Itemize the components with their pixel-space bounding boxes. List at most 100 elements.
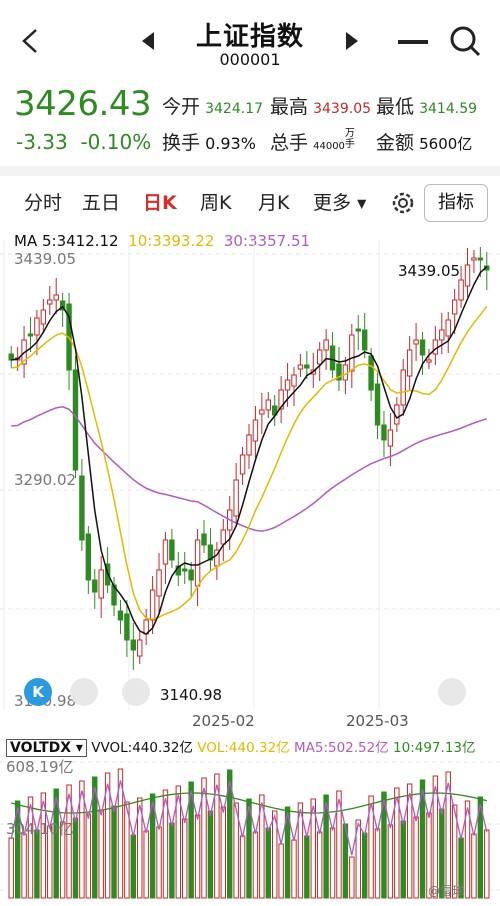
- candle-body: [92, 579, 98, 593]
- candle-body: [458, 279, 464, 301]
- axis-top-price: 3439.05: [14, 250, 77, 268]
- volume-bar: [85, 813, 92, 899]
- volume-bar: [387, 824, 394, 899]
- candle-body: [188, 569, 194, 581]
- candle-body: [432, 339, 439, 355]
- page-title: 上证指数: [195, 22, 304, 52]
- tab-five-day[interactable]: 五日: [82, 188, 120, 215]
- volume-bar: [239, 835, 246, 899]
- zoom-in-icon[interactable]: [122, 678, 150, 706]
- settings-gear-icon[interactable]: [390, 190, 416, 220]
- candle-body: [53, 294, 59, 301]
- amount-value: 5600亿: [419, 135, 473, 153]
- volume-bar: [182, 818, 188, 899]
- volume-bar: [169, 822, 175, 899]
- candle-body: [355, 328, 361, 332]
- candle-body: [233, 479, 239, 517]
- tab-daily-k[interactable]: 日K: [143, 188, 177, 215]
- tab-more-label: 更多: [313, 192, 352, 214]
- vvol-label: VVOL:440.32亿: [91, 740, 193, 756]
- high-value: 3439.05: [313, 101, 372, 117]
- candle-body: [451, 299, 458, 315]
- volume-indicator-label: VOLTDX: [10, 740, 72, 756]
- volume-bar: [130, 834, 137, 899]
- candle-body: [130, 639, 137, 651]
- candle-body: [413, 339, 419, 345]
- tab-weekly-k[interactable]: 周K: [200, 188, 231, 215]
- search-icon[interactable]: [448, 24, 482, 62]
- divider: [0, 166, 500, 176]
- total-value: 44000: [313, 141, 345, 152]
- volume-bar: [220, 806, 227, 899]
- tab-more[interactable]: 更多 ▼: [313, 188, 366, 215]
- candle-body: [291, 374, 297, 387]
- candle-body: [117, 610, 124, 621]
- total-stat: 总手 44000万手: [270, 128, 357, 155]
- candle-body: [47, 299, 53, 305]
- date-label-mar: 2025-03: [346, 712, 409, 730]
- candle-body: [445, 319, 451, 337]
- tab-intraday[interactable]: 分时: [24, 188, 62, 215]
- volume-bar: [265, 827, 271, 899]
- candle-body: [169, 539, 175, 561]
- candle-body: [419, 339, 426, 356]
- zoom-out-icon[interactable]: [70, 678, 98, 706]
- candle-body: [252, 419, 259, 442]
- candle-body: [297, 364, 304, 370]
- minimize-icon[interactable]: [398, 40, 428, 44]
- axis-mid-price: 3290.02: [14, 471, 77, 489]
- candle-body: [149, 589, 156, 621]
- volume-bar: [304, 835, 310, 899]
- candle-body: [156, 569, 162, 597]
- volume-indicator-select[interactable]: VOLTDX ▾: [6, 739, 87, 757]
- kline-badge-icon[interactable]: K: [24, 678, 52, 706]
- candle-body: [79, 475, 85, 541]
- volume-bar: [471, 833, 477, 899]
- candle-body: [284, 379, 291, 391]
- volume-bar: [34, 829, 40, 899]
- candle-body: [239, 454, 246, 475]
- indicator-button[interactable]: 指标: [424, 184, 488, 222]
- candle-body: [406, 349, 413, 377]
- candle-body: [194, 539, 201, 587]
- date-label-feb: 2025-02: [192, 712, 255, 730]
- volume-chart[interactable]: [0, 758, 500, 900]
- candle-body: [72, 369, 79, 471]
- candle-body: [323, 339, 329, 351]
- candle-body: [361, 329, 368, 351]
- vol-ma10-label: 10:497.13亿: [393, 740, 476, 756]
- candle-body: [464, 264, 471, 287]
- candle-body: [368, 355, 374, 391]
- fullscreen-icon[interactable]: [438, 678, 466, 706]
- candle-body: [34, 317, 40, 336]
- change-percent: -0.10%: [80, 130, 152, 154]
- total-label: 总手: [270, 132, 309, 154]
- volume-bar: [194, 814, 201, 899]
- candle-body: [246, 434, 252, 456]
- candle-body: [85, 533, 92, 581]
- low-marker-label: 3140.98: [160, 686, 223, 704]
- volume-axis-mid: 304.10亿: [6, 820, 74, 838]
- candle-body: [220, 529, 227, 545]
- volume-bar: [329, 827, 336, 899]
- candle-body: [381, 424, 387, 441]
- volume-bar: [316, 831, 323, 899]
- volume-bar: [484, 829, 490, 899]
- volume-bar: [143, 830, 149, 899]
- watermark: @雪球: [428, 884, 465, 898]
- volume-bar: [111, 805, 117, 899]
- price-change: -3.33 -0.10%: [16, 130, 151, 154]
- turnover-label: 换手: [162, 132, 201, 154]
- volume-bar: [21, 833, 27, 899]
- candle-body: [439, 329, 445, 341]
- candle-body: [400, 369, 406, 406]
- open-value: 3424.17: [205, 101, 264, 117]
- volume-bar: [278, 843, 284, 899]
- candle-body: [124, 613, 130, 641]
- tab-monthly-k[interactable]: 月K: [258, 188, 289, 215]
- next-stock-icon[interactable]: [342, 30, 362, 56]
- high-marker-label: 3439.05: [398, 262, 461, 280]
- vol-label: VOL:440.32亿: [197, 740, 290, 756]
- volume-bar: [374, 828, 381, 899]
- current-price: 3426.43: [14, 84, 152, 124]
